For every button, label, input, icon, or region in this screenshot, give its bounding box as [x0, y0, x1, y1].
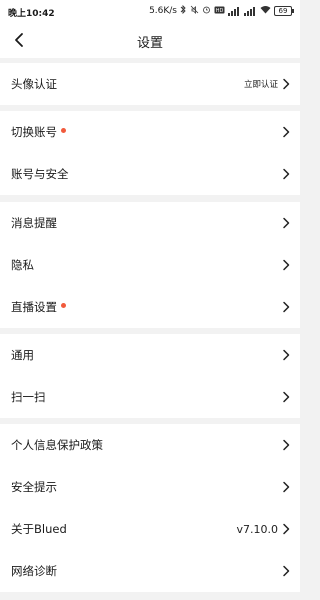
chevron-right-icon: [282, 217, 290, 229]
settings-group-account: 切换账号 账号与安全: [0, 111, 300, 195]
chevron-right-icon: [282, 168, 290, 180]
settings-group-avatar: 头像认证 立即认证: [0, 63, 300, 105]
chevron-right-icon: [282, 565, 290, 577]
chevron-right-icon: [282, 126, 290, 138]
row-switch-account[interactable]: 切换账号: [0, 111, 300, 153]
chevron-right-icon: [282, 523, 290, 535]
red-dot-badge: [61, 303, 66, 308]
page-title: 设置: [136, 36, 163, 51]
row-scan[interactable]: 扫一扫: [0, 376, 300, 418]
mute-icon: [190, 5, 199, 17]
chevron-right-icon: [282, 439, 290, 451]
settings-group-general: 通用 扫一扫: [0, 334, 300, 418]
row-account-security[interactable]: 账号与安全: [0, 153, 300, 195]
battery-icon: 69: [274, 6, 294, 16]
chevron-right-icon: [282, 78, 290, 90]
nav-bar: 设置: [0, 24, 300, 58]
row-label: 消息提醒: [11, 216, 57, 230]
chevron-right-icon: [282, 481, 290, 493]
hd-icon: HD: [214, 6, 225, 17]
signal-icon: [228, 6, 241, 16]
signal-icon-2: [244, 6, 257, 16]
row-privacy-policy[interactable]: 个人信息保护政策: [0, 424, 300, 466]
row-label: 扫一扫: [11, 390, 46, 404]
row-label: 安全提示: [11, 480, 57, 494]
status-time: 晚上10:42: [8, 9, 55, 19]
settings-group-about: 个人信息保护政策 安全提示 关于Blued v7.10.0 网络诊断: [0, 424, 300, 592]
row-label: 隐私: [11, 258, 34, 272]
row-privacy[interactable]: 隐私: [0, 244, 300, 286]
row-label: 关于Blued: [11, 522, 67, 536]
row-general[interactable]: 通用: [0, 334, 300, 376]
chevron-right-icon: [282, 259, 290, 271]
row-label: 直播设置: [11, 300, 57, 314]
chevron-right-icon: [282, 349, 290, 361]
chevron-right-icon: [282, 301, 290, 313]
chevron-right-icon: [282, 391, 290, 403]
row-avatar-verify[interactable]: 头像认证 立即认证: [0, 63, 300, 105]
row-label: 头像认证: [11, 77, 57, 91]
row-label: 账号与安全: [11, 167, 69, 181]
svg-text:HD: HD: [216, 8, 224, 14]
bluetooth-icon: [180, 4, 187, 17]
row-live-settings[interactable]: 直播设置: [0, 286, 300, 328]
wifi-icon: [260, 5, 271, 17]
row-safety-tips[interactable]: 安全提示: [0, 466, 300, 508]
row-about-blued[interactable]: 关于Blued v7.10.0: [0, 508, 300, 550]
row-label: 切换账号: [11, 125, 57, 139]
version-value: v7.10.0: [236, 522, 279, 536]
net-speed: 5.6K/s: [149, 6, 177, 16]
row-label: 通用: [11, 348, 34, 362]
row-label: 个人信息保护政策: [11, 438, 103, 452]
status-icons: 5.6K/s HD 69: [149, 4, 294, 17]
red-dot-badge: [61, 128, 66, 133]
row-label: 网络诊断: [11, 564, 57, 578]
status-bar: 晚上10:42 5.6K/s HD 69: [0, 0, 300, 24]
alarm-icon: [202, 5, 211, 17]
row-value: 立即认证: [243, 80, 278, 90]
settings-group-notify: 消息提醒 隐私 直播设置: [0, 202, 300, 328]
row-message-reminder[interactable]: 消息提醒: [0, 202, 300, 244]
row-network-diagnosis[interactable]: 网络诊断: [0, 550, 300, 592]
